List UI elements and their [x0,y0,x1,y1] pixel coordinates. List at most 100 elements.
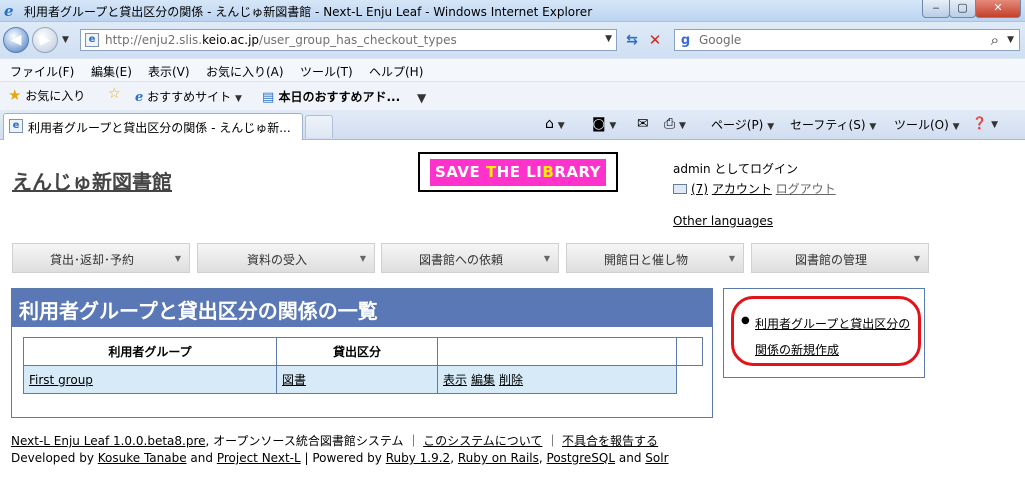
chevron-down-icon: ▼ [543,254,550,263]
suggested-sites-link[interactable]: e おすすめサイト ▼ [135,88,242,105]
window-title: 利用者グループと貸出区分の関係 - えんじゅ新図書館 - Next-L Enju… [24,5,593,19]
menu-tools[interactable]: ツール(T) [300,63,353,80]
chevron-down-icon: ▼ [359,254,366,263]
solr-link[interactable]: Solr [645,451,668,465]
menu-help[interactable]: ヘルプ(H) [369,63,423,80]
ie-icon: e [135,90,144,105]
search-icon[interactable]: ⌕ [991,31,999,49]
save-the-library-banner[interactable]: SAVE THE LIBRARY [418,152,618,192]
menu-acquisition[interactable]: 資料の受入 ▼ [197,243,375,273]
home-button[interactable]: ⌂ ▼ [545,116,565,132]
recent-pages-dropdown[interactable]: ▼ [62,35,69,45]
cell-user-group: First group [23,365,277,394]
page-menu[interactable]: ページ(P) ▼ [711,116,774,133]
help-button[interactable]: ❓ ▼ [972,116,998,130]
back-button[interactable]: ◀ [3,27,29,53]
add-favorite-icon: ☆ [108,86,121,102]
banner-text: SAVE THE LIBRARY [430,159,606,186]
window-titlebar: e 利用者グループと貸出区分の関係 - えんじゅ新図書館 - Next-L En… [0,0,1025,22]
help-icon: ❓ [972,116,987,130]
about-link[interactable]: このシステムについて [423,434,542,448]
project-link[interactable]: Project Next-L [217,451,301,465]
mail-icon [673,184,687,194]
home-icon: ⌂ [545,116,554,132]
tab-active[interactable]: e 利用者グループと貸出区分の関係 - えんじゅ新... [3,113,303,140]
menu-bar: ファイル(F) 編集(E) 表示(V) お気に入り(A) ツール(T) ヘルプ(… [0,58,1025,82]
menu-circulation[interactable]: 貸出･返却･予約 ▼ [12,243,190,273]
search-box[interactable]: g Google ⌕ ▼ [674,29,1020,51]
printer-icon: ⎙ [664,116,676,132]
address-bar[interactable]: e http://enju2.slis.keio.ac.jp/user_grou… [80,29,617,51]
other-languages-link[interactable]: Other languages [673,214,773,228]
red-highlight-annotation [731,296,921,366]
menu-events[interactable]: 開館日と催し物 ▼ [566,243,744,273]
favorites-button[interactable]: ★ お気に入り [8,86,85,104]
column-header-checkout-type: 貸出区分 [276,337,438,366]
login-status: admin としてログイン [673,162,799,176]
daily-addons-link[interactable]: ▤ 本日のおすすめアド... [262,88,400,105]
cell-checkout-type: 図書 [276,365,438,394]
messages-link[interactable]: (7) [691,182,708,196]
minimize-button[interactable]: ‒ [922,0,950,18]
ruby-link[interactable]: Ruby 1.9.2 [386,451,450,465]
new-tab-button[interactable] [305,115,333,138]
column-header-blank [676,337,703,366]
footer-line-2: Developed by Kosuke Tanabe and Project N… [11,451,669,465]
address-url[interactable]: http://enju2.slis.keio.ac.jp/user_group_… [105,33,457,47]
menu-requests[interactable]: 図書館への依頼 ▼ [381,243,559,273]
author-link[interactable]: Kosuke Tanabe [98,451,187,465]
safety-menu[interactable]: セーフティ(S) ▼ [790,116,876,133]
cell-blank [676,365,703,394]
refresh-icon[interactable]: ⇆ [622,30,642,50]
address-dropdown-icon[interactable]: ▼ [605,34,612,44]
menu-edit[interactable]: 編集(E) [91,63,132,80]
postgresql-link[interactable]: PostgreSQL [547,451,616,465]
print-button[interactable]: ⎙ ▼ [664,116,686,132]
chevron-down-icon: ▼ [174,254,181,263]
product-link[interactable]: Next-L Enju Leaf 1.0.0.beta8.pre [11,434,206,448]
search-input[interactable]: Google [699,33,741,47]
footer-line-1: Next-L Enju Leaf 1.0.0.beta8.pre, オープンソー… [11,434,659,448]
tab-page-icon: e [9,119,23,133]
feeds-button[interactable]: ◙ ▼ [592,116,616,132]
chevron-down-icon: ▼ [913,254,920,263]
rails-link[interactable]: Ruby on Rails [458,451,539,465]
menu-management[interactable]: 図書館の管理 ▼ [751,243,929,273]
user-group-link[interactable]: First group [29,373,93,387]
forward-button[interactable]: ▶ [32,27,58,53]
account-link[interactable]: アカウント [712,182,772,196]
close-button[interactable]: ✕ [975,0,1021,18]
chevron-down-icon: ▼ [728,254,735,263]
daily-addons-dropdown[interactable]: ▼ [417,91,426,105]
logout-link[interactable]: ログアウト [776,182,836,196]
column-header-user-group: 利用者グループ [23,337,277,366]
site-title[interactable]: えんじゅ新図書館 [12,166,172,195]
delete-link[interactable]: 削除 [499,373,523,387]
user-links: (7) アカウント ログアウト [673,180,836,197]
star-icon: ★ [8,86,22,104]
menu-view[interactable]: 表示(V) [148,63,190,80]
stop-icon[interactable]: ✕ [645,30,665,50]
menu-file[interactable]: ファイル(F) [10,63,74,80]
show-link[interactable]: 表示 [443,373,467,387]
rss-icon: ◙ [592,116,606,132]
page-icon: ▤ [262,90,275,105]
report-bug-link[interactable]: 不具合を報告する [562,434,658,448]
table-header-row: 利用者グループ 貸出区分 [23,337,703,366]
edit-link[interactable]: 編集 [471,373,495,387]
add-favorite-button[interactable]: ☆ [108,86,121,102]
content-panel: 利用者グループと貸出区分の関係の一覧 利用者グループ 貸出区分 First gr… [11,288,713,418]
menu-favorites[interactable]: お気に入り(A) [206,63,284,80]
ie-logo-icon: e [4,2,14,20]
page-icon: e [85,33,99,47]
favorites-bar: ★ お気に入り ☆ e おすすめサイト ▼ ▤ 本日のおすすめアド... ▼ [0,82,1025,110]
mail-button[interactable]: ✉ [637,116,649,132]
table-row: First group 図書 表示 編集 削除 [23,365,703,394]
cell-actions: 表示 編集 削除 [437,365,677,394]
search-dropdown-icon[interactable]: ▼ [1007,35,1014,45]
tools-menu[interactable]: ツール(O) ▼ [894,116,960,133]
google-icon: g [678,33,693,48]
tab-label: 利用者グループと貸出区分の関係 - えんじゅ新... [28,121,291,135]
maximize-button[interactable]: ▢ [949,0,976,18]
checkout-type-link[interactable]: 図書 [282,373,306,387]
